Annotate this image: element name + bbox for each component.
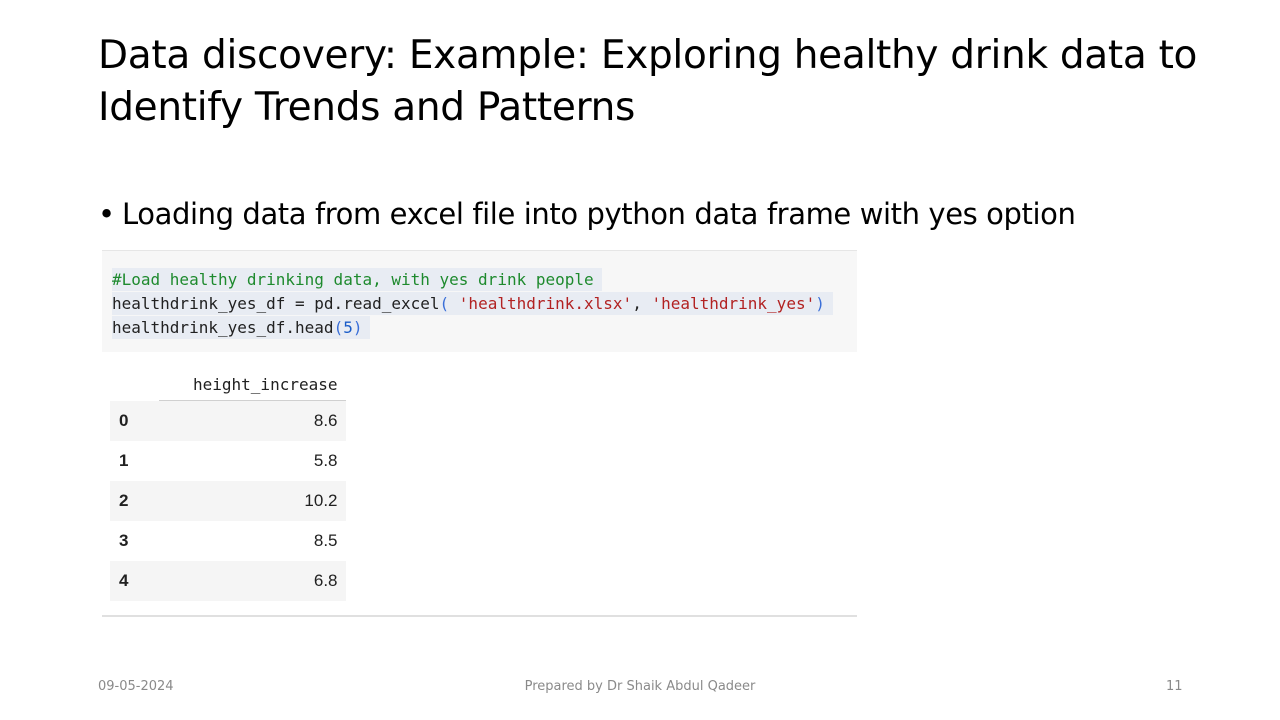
code-string-sheet: 'healthdrink_yes' — [651, 294, 816, 313]
code-paren-close: ) — [815, 294, 825, 313]
table-header-row: height_increase — [110, 368, 346, 401]
bullet-dot-icon: • — [98, 197, 115, 231]
code-cell: #Load healthy drinking data, with yes dr… — [102, 250, 857, 352]
code-separator: , — [632, 294, 652, 313]
column-header: height_increase — [159, 368, 346, 401]
row-value: 5.8 — [159, 441, 346, 481]
table-row: 4 6.8 — [110, 561, 346, 601]
dataframe-output-table: height_increase 0 8.6 1 5.8 2 10.2 3 8.5… — [110, 368, 346, 601]
code-string-filename: 'healthdrink.xlsx' — [458, 294, 633, 313]
code-comment: #Load healthy drinking data, with yes dr… — [112, 270, 594, 289]
row-value: 10.2 — [159, 481, 346, 521]
code-head-paren-open: ( — [333, 318, 344, 337]
row-index: 2 — [110, 481, 159, 521]
row-index: 4 — [110, 561, 159, 601]
index-header — [110, 368, 159, 401]
table-row: 0 8.6 — [110, 400, 346, 441]
slide-title: Data discovery: Example: Exploring healt… — [98, 33, 1198, 130]
row-index: 1 — [110, 441, 159, 481]
table-row: 1 5.8 — [110, 441, 346, 481]
bullet-text: Loading data from excel file into python… — [122, 197, 1076, 231]
row-index: 0 — [110, 400, 159, 441]
row-value: 6.8 — [159, 561, 346, 601]
code-line-read-excel: healthdrink_yes_df = pd.read_excel( 'hea… — [112, 292, 833, 315]
table-row: 3 8.5 — [110, 521, 346, 561]
code-paren-open: ( — [439, 294, 450, 313]
code-line-head: healthdrink_yes_df.head(5) — [112, 316, 371, 339]
code-head-call: healthdrink_yes_df.head — [112, 318, 334, 337]
code-line-comment: #Load healthy drinking data, with yes dr… — [112, 268, 602, 291]
row-value: 8.6 — [159, 400, 346, 441]
footer-page-number: 11 — [1166, 679, 1183, 694]
row-index: 3 — [110, 521, 159, 561]
bullet-item: • Loading data from excel file into pytho… — [98, 194, 1076, 234]
notebook-screenshot: #Load healthy drinking data, with yes dr… — [102, 250, 857, 617]
table-row: 2 10.2 — [110, 481, 346, 521]
code-head-paren-close: ) — [352, 318, 363, 337]
code-read-excel-call: healthdrink_yes_df = pd.read_excel — [112, 294, 440, 313]
row-value: 8.5 — [159, 521, 346, 561]
cell-divider — [102, 615, 857, 617]
code-head-arg: 5 — [343, 318, 353, 337]
footer-author: Prepared by Dr Shaik Abdul Qadeer — [524, 679, 756, 694]
